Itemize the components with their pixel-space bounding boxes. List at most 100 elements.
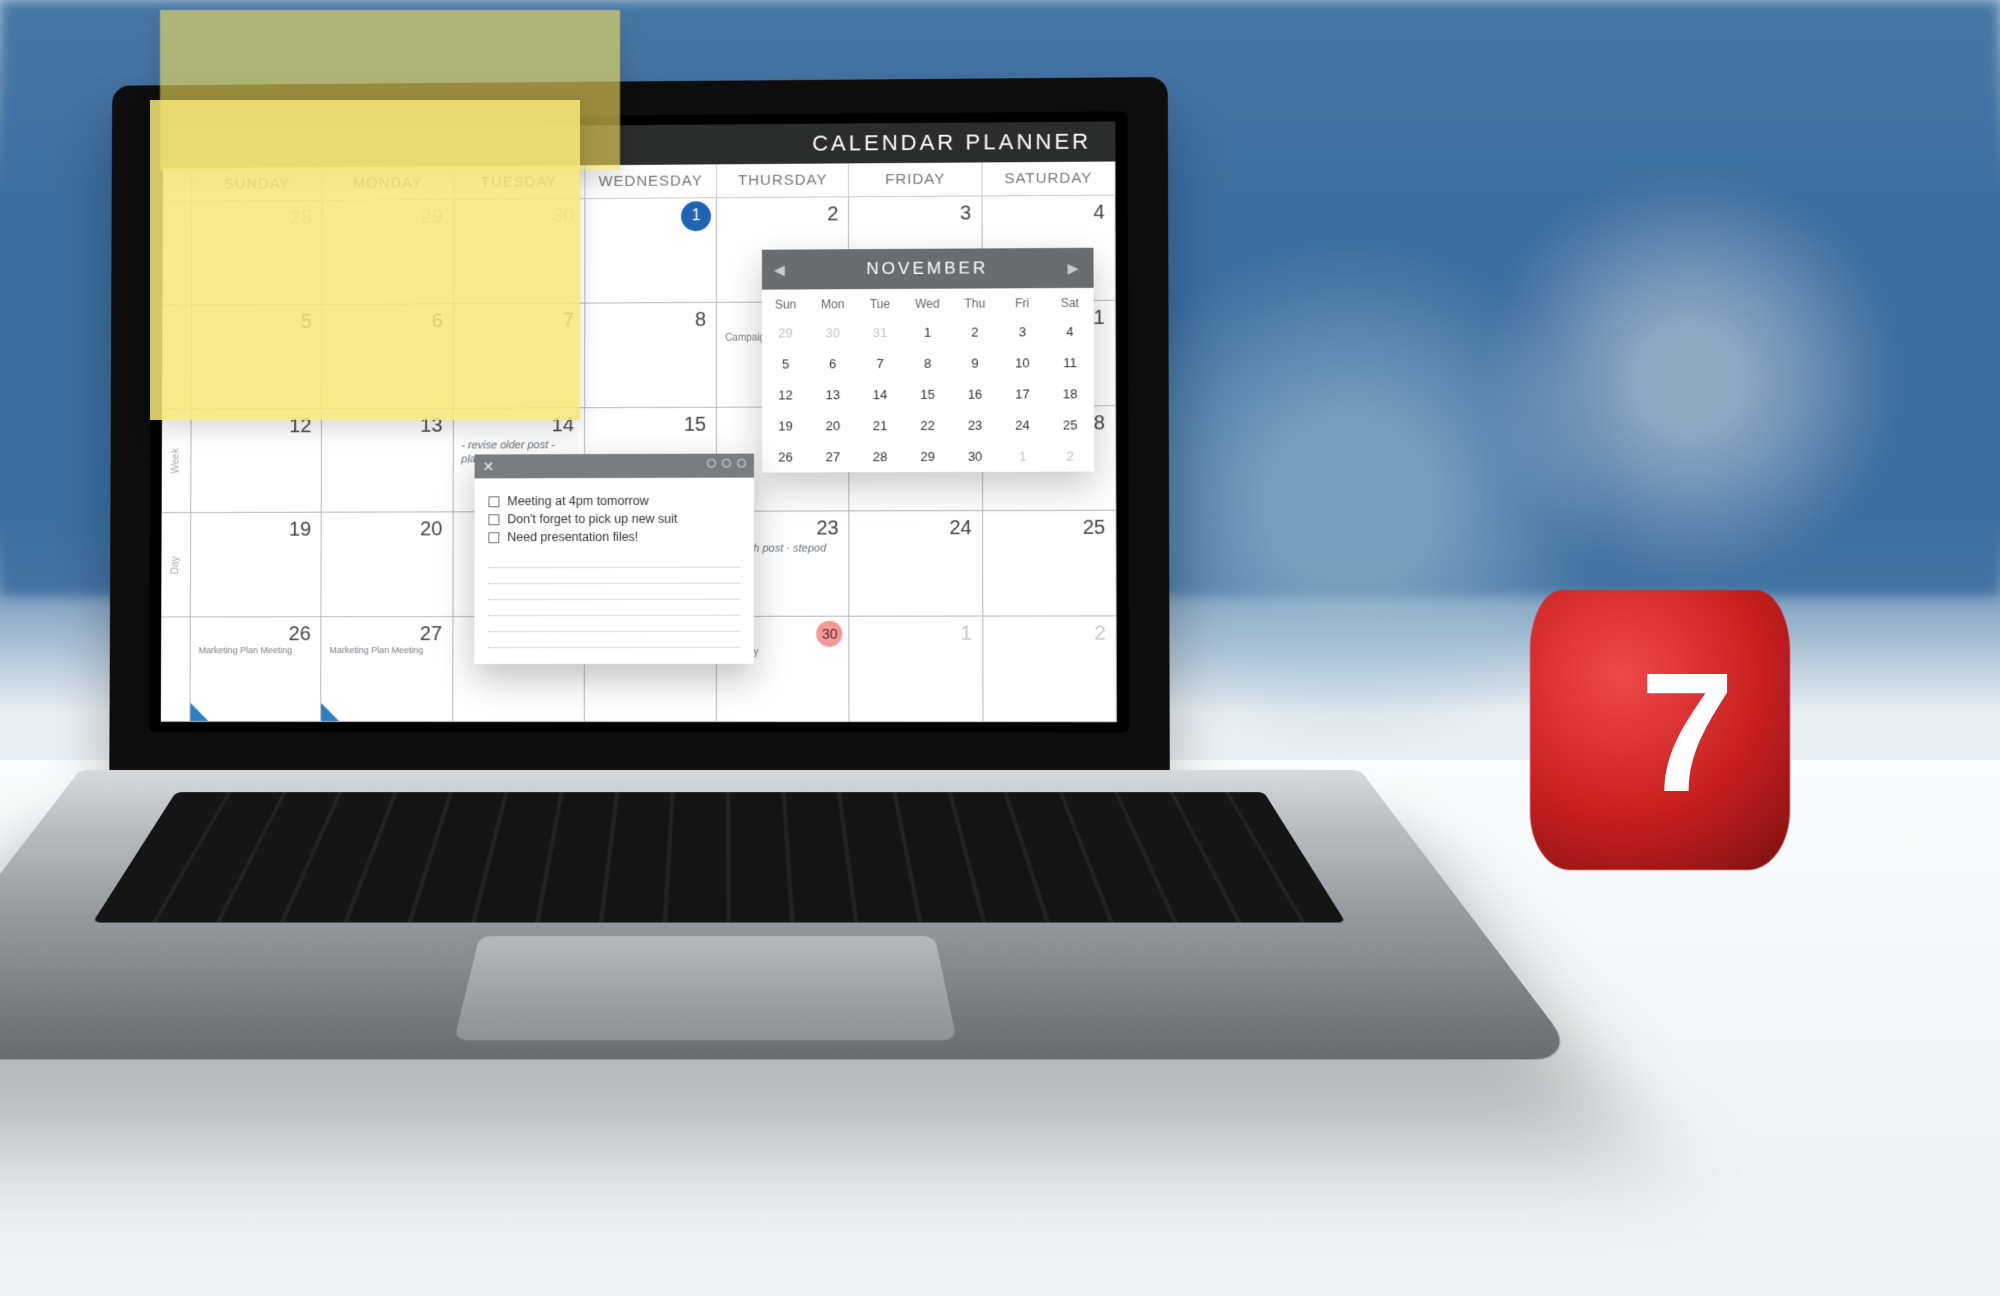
mini-day-cell[interactable]: 12 [762,379,809,410]
mini-day-cell[interactable]: 29 [762,317,809,348]
date-number: 1 [961,623,972,646]
mini-day-cell[interactable]: 22 [904,410,951,441]
date-number: 26 [289,623,311,646]
mini-day-cell[interactable]: 27 [809,441,856,472]
mini-day-cell[interactable]: 18 [1046,378,1094,409]
mini-day-cell[interactable]: 2 [1046,440,1094,471]
next-month-arrow[interactable]: ▶ [1068,260,1082,277]
mini-day-cell[interactable]: 30 [951,441,999,472]
mini-day-cell[interactable]: 13 [809,379,856,410]
mini-day-cell[interactable]: 2 [951,316,999,347]
checkbox-icon[interactable] [488,532,499,543]
calendar-cell[interactable]: 1 [850,617,983,722]
cell-event: Marketing Plan Meeting [330,645,424,655]
mini-day-cell[interactable]: 19 [762,410,809,441]
date-number: 23 [816,518,838,541]
todo-item-text: Need presentation files! [507,530,638,544]
planner-row-label: Day [161,513,191,617]
planner-row-label: Week [162,409,192,513]
date-number: 3 [960,202,971,225]
laptop-keyboard [93,792,1346,922]
mini-dow: Fri [999,288,1047,316]
dogear-icon [321,703,339,721]
todo-item-text: Meeting at 4pm tomorrow [507,494,648,508]
mini-day-cell[interactable]: 21 [857,410,904,441]
mini-day-cell[interactable]: 23 [951,410,999,441]
todo-titlebar[interactable]: ✕ [475,454,754,479]
mini-dow: Mon [809,289,856,317]
todo-item[interactable]: Don't forget to pick up new suit [488,512,740,527]
calendar-cell[interactable]: 24 [850,511,983,616]
checkbox-icon[interactable] [488,514,499,525]
mini-day-cell[interactable]: 7 [856,348,903,379]
cell-event: Marketing Plan Meeting [199,645,293,655]
calendar-cell[interactable]: 27Marketing Plan Meeting [321,617,453,722]
date-number: 8 [695,309,706,332]
calendar-cell[interactable]: 8 [585,303,717,408]
calendar-cell[interactable]: 20 [322,513,454,618]
red-mug: 7 [1530,580,1810,880]
planner-row-label [161,618,191,722]
date-number: 19 [289,519,311,542]
calendar-cell[interactable]: 19 [191,513,322,618]
todo-item[interactable]: Meeting at 4pm tomorrow [488,494,740,509]
date-marker-pink: 30 [817,621,843,647]
mini-dow: Tue [856,289,903,317]
mini-dow: Thu [951,288,998,316]
mini-day-cell[interactable]: 28 [857,441,904,472]
mini-day-cell[interactable]: 8 [904,348,951,379]
laptop-deck [0,770,1580,1059]
mini-day-cell[interactable]: 24 [999,409,1047,440]
mini-day-cell[interactable]: 10 [999,347,1047,378]
mini-day-cell[interactable]: 1 [904,317,951,348]
calendar-cell[interactable]: 25 [983,511,1117,617]
sticky-note[interactable] [150,100,580,420]
date-number: 24 [949,517,971,540]
calendar-cell[interactable]: 26Marketing Plan Meeting [190,617,321,722]
close-icon[interactable]: ✕ [483,458,495,475]
mini-day-cell[interactable]: 25 [1046,409,1094,440]
date-number: 20 [420,519,442,542]
mini-dow: Wed [904,289,951,317]
mini-month-grid[interactable]: SunMonTueWedThuFriSat 293031123456789101… [762,288,1094,473]
mini-day-cell[interactable]: 14 [856,379,903,410]
mini-day-cell[interactable]: 1 [999,441,1047,472]
mini-day-cell[interactable]: 20 [809,410,856,441]
mini-day-cell[interactable]: 3 [999,316,1047,347]
mini-day-cell[interactable]: 17 [999,378,1047,409]
mini-day-cell[interactable]: 26 [762,441,809,472]
todo-item-text: Don't forget to pick up new suit [507,512,677,526]
laptop-trackpad [454,936,957,1040]
prev-month-arrow[interactable]: ◀ [774,262,788,279]
mini-month-popup[interactable]: ◀ NOVEMBER ▶ SunMonTueWedThuFriSat 29303… [762,248,1094,473]
date-number: 2 [1094,623,1105,646]
date-number: 15 [684,413,706,436]
calendar-cell[interactable]: 12 [191,409,322,514]
mini-day-cell[interactable]: 5 [762,348,809,379]
mini-day-cell[interactable]: 6 [809,348,856,379]
mini-day-cell[interactable]: 31 [856,317,903,348]
calendar-cell[interactable]: 2 [983,617,1117,723]
date-number: 27 [420,623,442,646]
window-controls-icon[interactable] [707,459,746,468]
mini-dow: Sun [762,289,809,317]
date-number: 2 [827,203,838,226]
mini-day-cell[interactable]: 30 [809,317,856,348]
calendar-cell[interactable]: 1 [585,198,717,303]
date-number: 4 [1093,202,1104,225]
mug-number: 7 [1640,635,1735,831]
todo-popup[interactable]: ✕ Meeting at 4pm tomorrow Don't forget to… [474,454,754,664]
todo-item[interactable]: Need presentation files! [488,530,740,545]
checkbox-icon[interactable] [488,496,499,507]
todo-blank-lines [488,552,740,648]
mini-day-cell[interactable]: 16 [951,379,999,410]
dogear-icon [190,703,208,721]
mini-day-cell[interactable]: 4 [1046,316,1094,347]
calendar-cell[interactable]: 13 [322,408,453,513]
mini-day-cell[interactable]: 9 [951,347,999,378]
date-number: 25 [1083,517,1106,540]
mini-day-cell[interactable]: 11 [1046,347,1094,378]
mini-day-cell[interactable]: 29 [904,441,951,472]
mini-day-cell[interactable]: 15 [904,379,951,410]
mini-dow: Sat [1046,288,1094,316]
